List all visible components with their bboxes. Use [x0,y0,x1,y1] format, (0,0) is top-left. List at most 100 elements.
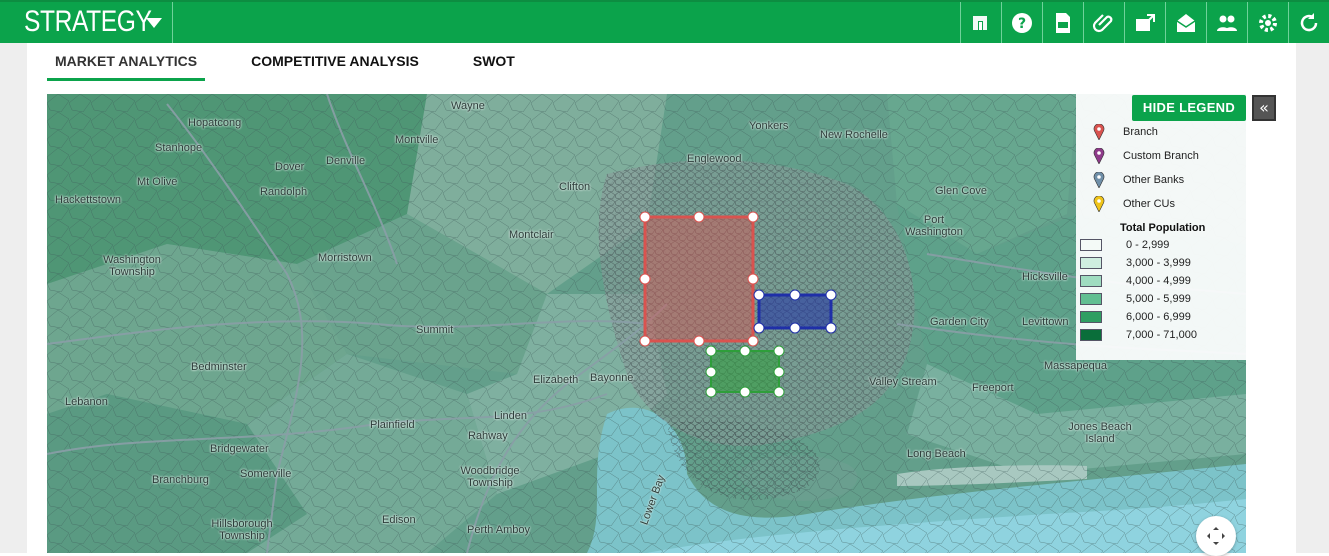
map-label: Massapequa [1044,360,1107,372]
legend-range: 6,000 - 6,999 [1080,311,1191,323]
legend-range: 0 - 2,999 [1080,239,1169,251]
map-label: Elizabeth [533,374,579,386]
map-label: Montville [395,134,439,146]
legend-range-label: 5,000 - 5,999 [1126,293,1191,305]
map-label: Morristown [318,252,372,264]
legend-population-title: Total Population [1120,222,1206,234]
map-label: Hicksville [1022,271,1068,283]
map-label: Clifton [559,181,591,193]
color-swatch [1080,293,1102,305]
legend-range-label: 6,000 - 6,999 [1126,311,1191,323]
map-label: Washington Township [103,254,161,278]
color-swatch [1080,239,1102,251]
map-label: Denville [326,155,366,167]
map-label: Bayonne [590,372,634,384]
collapse-legend-button[interactable]: « [1252,95,1276,121]
map-label: Port Washington [905,214,963,238]
map-pin-icon [1093,124,1105,140]
map-label: Wayne [451,100,485,112]
map-pin-icon [1093,196,1105,212]
map-label: Branchburg [152,474,209,486]
green-selection [710,350,780,393]
map-label: Linden [494,410,528,422]
map-label: Jones Beach Island [1068,421,1132,445]
map-label: Plainfield [370,419,415,431]
legend-range: 5,000 - 5,999 [1080,293,1191,305]
map-label: Mt Olive [137,176,178,188]
map-canvas[interactable]: Wayne Hopatcong Stanhope Montville Denvi… [47,94,1246,553]
legend-item-branch: Branch [1093,124,1158,140]
left-gutter [0,43,27,553]
legend-item-other-banks: Other Banks [1093,172,1184,188]
refresh-icon[interactable] [1288,2,1329,43]
map-label: Somerville [240,468,292,480]
map-label: Woodbridge Township [460,465,520,489]
top-bar: STRATEGY ? [0,0,1329,43]
color-swatch [1080,329,1102,341]
map-label: Summit [416,324,454,336]
map-label: Englewood [687,153,742,165]
map-label: Yonkers [749,120,789,132]
map-label: Garden City [930,316,989,328]
legend-range-label: 4,000 - 4,999 [1126,275,1191,287]
chevron-down-icon[interactable] [146,18,162,28]
legend-label: Custom Branch [1123,150,1199,162]
legend-range-label: 0 - 2,999 [1126,239,1170,251]
tab-competitive-analysis[interactable]: COMPETITIVE ANALYSIS [243,43,427,81]
map-label: Hillsborough Township [211,518,273,542]
pdf-icon[interactable] [1042,2,1083,43]
map-label: Bedminster [191,361,247,373]
fullscreen-icon [1207,527,1225,545]
map-label: Bridgewater [210,443,269,455]
svg-text:?: ? [1018,16,1026,32]
title-divider [172,2,173,43]
legend-range-label: 7,000 - 71,000 [1126,329,1197,341]
settings-icon[interactable] [1247,2,1288,43]
map-label: New Rochelle [820,129,888,141]
report-icon[interactable] [960,2,1001,43]
color-swatch [1080,311,1102,323]
map-label: Lebanon [65,396,108,408]
export-icon[interactable] [1124,2,1165,43]
map-label: Long Beach [907,448,966,460]
tab-swot[interactable]: SWOT [465,43,523,81]
legend-item-custom-branch: Custom Branch [1093,148,1199,164]
fullscreen-button[interactable] [1196,516,1236,556]
tab-market-analytics[interactable]: MARKET ANALYTICS [47,43,206,81]
legend-item-other-cus: Other CUs [1093,196,1175,212]
map-label: Valley Stream [869,376,937,388]
map-label: Freeport [972,382,1014,394]
map-label: Edison [382,514,416,526]
map-label: Dover [275,161,305,173]
legend-range: 4,000 - 4,999 [1080,275,1191,287]
map-label: Montclair [509,229,554,241]
map-label: Rahway [468,430,508,442]
users-icon[interactable] [1206,2,1247,43]
legend-label: Branch [1123,126,1158,138]
tab-bar: MARKET ANALYTICS COMPETITIVE ANALYSIS SW… [47,43,561,83]
help-icon[interactable]: ? [1001,2,1042,43]
toolbar: ? [960,2,1329,43]
map-label: Hackettstown [55,194,122,206]
map-label: Glen Cove [935,185,987,197]
map-label: Perth Amboy [467,524,530,536]
color-swatch [1080,275,1102,287]
map-pin-icon [1093,148,1105,164]
map-label: Stanhope [155,142,203,154]
map-pin-icon [1093,172,1105,188]
legend-label: Other Banks [1123,174,1185,186]
hide-legend-button[interactable]: HIDE LEGEND [1132,95,1246,121]
mail-icon[interactable] [1165,2,1206,43]
map-label: Levittown [1022,316,1069,328]
attachment-icon[interactable] [1083,2,1124,43]
map-label: Hopatcong [188,117,242,129]
right-gutter [1296,43,1329,553]
legend-range: 7,000 - 71,000 [1080,329,1197,341]
legend-range-label: 3,000 - 3,999 [1126,257,1191,269]
legend-range: 3,000 - 3,999 [1080,257,1191,269]
app-title[interactable]: STRATEGY [24,5,152,39]
color-swatch [1080,257,1102,269]
red-selection [643,215,755,343]
map-label: Randolph [260,186,308,198]
legend-label: Other CUs [1123,198,1175,210]
